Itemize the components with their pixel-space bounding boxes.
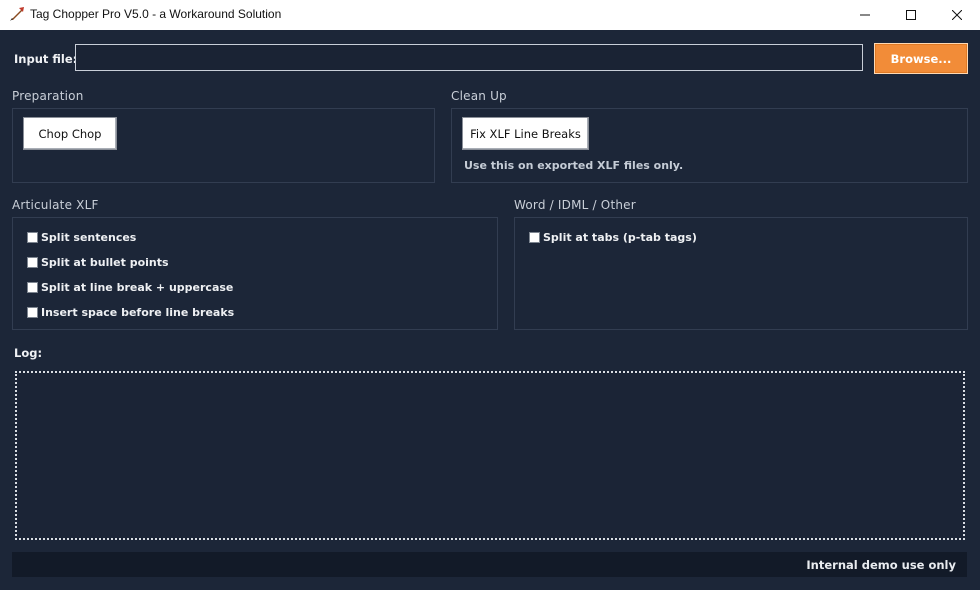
option-split-line-break-uppercase[interactable]: Split at line break + uppercase [27, 279, 233, 295]
log-label: Log: [14, 346, 43, 360]
close-icon [952, 10, 962, 20]
option-split-at-tabs[interactable]: Split at tabs (p-tab tags) [529, 229, 697, 245]
minimize-icon [860, 10, 870, 20]
checkbox-label: Insert space before line breaks [41, 305, 235, 319]
fix-xlf-line-breaks-button[interactable]: Fix XLF Line Breaks [462, 117, 589, 150]
status-bar: Internal demo use only [12, 552, 967, 577]
window-title: Tag Chopper Pro V5.0 - a Workaround Solu… [30, 7, 282, 21]
checkbox-label: Split sentences [41, 230, 137, 244]
checkbox-label: Split at line break + uppercase [41, 280, 234, 294]
cleanup-hint: Use this on exported XLF files only. [464, 159, 684, 172]
log-output[interactable] [15, 371, 965, 540]
status-text: Internal demo use only [806, 558, 956, 572]
option-split-sentences[interactable]: Split sentences [27, 229, 136, 245]
checkbox[interactable] [529, 231, 540, 243]
browse-button[interactable]: Browse... [874, 43, 968, 74]
input-file-field[interactable] [75, 44, 863, 71]
checkbox-label: Split at tabs (p-tab tags) [543, 230, 697, 244]
checkbox[interactable] [27, 306, 38, 318]
maximize-button[interactable] [888, 0, 934, 30]
minimize-button[interactable] [842, 0, 888, 30]
checkbox[interactable] [27, 231, 38, 243]
chop-chop-button[interactable]: Chop Chop [23, 117, 117, 150]
input-file-label: Input file: [14, 52, 78, 66]
checkbox[interactable] [27, 281, 38, 293]
checkbox-label: Split at bullet points [41, 255, 169, 269]
title-bar: Tag Chopper Pro V5.0 - a Workaround Solu… [0, 0, 980, 30]
cleanup-section-title: Clean Up [451, 89, 507, 103]
option-insert-space-before-line-breaks[interactable]: Insert space before line breaks [27, 304, 234, 320]
word-section-title: Word / IDML / Other [514, 198, 636, 212]
checkbox[interactable] [27, 256, 38, 268]
maximize-icon [906, 10, 916, 20]
close-button[interactable] [934, 0, 980, 30]
articulate-section-title: Articulate XLF [12, 198, 99, 212]
quill-icon [9, 6, 25, 22]
preparation-section-title: Preparation [12, 89, 84, 103]
option-split-bullet-points[interactable]: Split at bullet points [27, 254, 169, 270]
